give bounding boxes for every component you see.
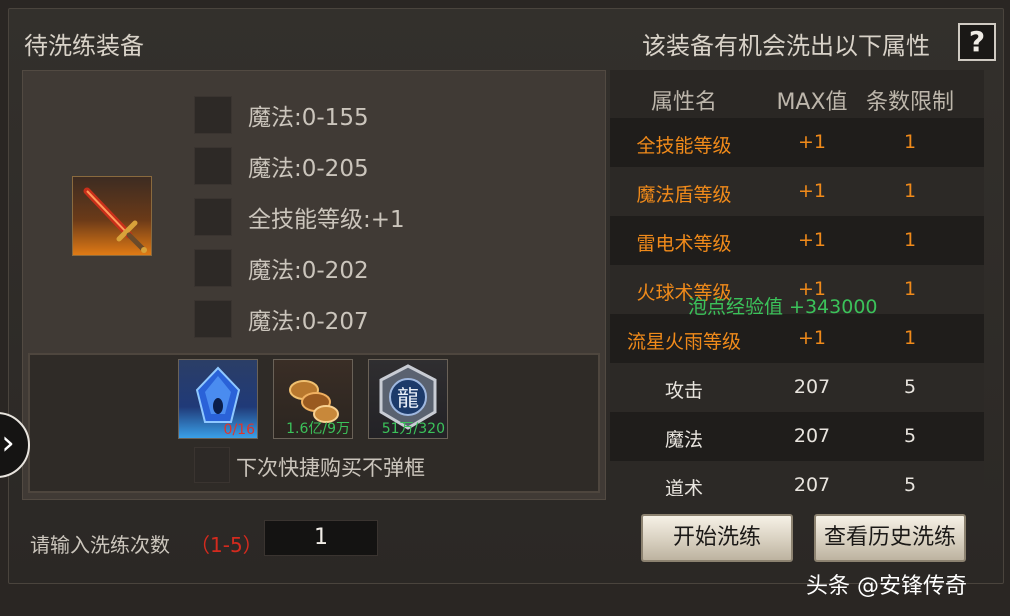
- lock-checkbox[interactable]: [194, 147, 232, 185]
- attribute-text: 魔法:0-207: [248, 309, 369, 335]
- lock-checkbox[interactable]: [194, 249, 232, 287]
- material-slot[interactable]: 0/16: [178, 359, 258, 439]
- material-slot[interactable]: 1.6亿/9万: [273, 359, 353, 439]
- pending-equipment-title: 待洗练装备: [24, 32, 144, 60]
- attribute-limit: 1: [903, 327, 917, 349]
- material-count: 1.6亿/9万: [286, 421, 350, 437]
- flame-sword-icon: [83, 187, 147, 253]
- attribute-limit: 5: [903, 376, 917, 398]
- table-row: 雷电术等级 +1 1: [610, 216, 984, 265]
- refine-count-range: （1-5）: [190, 533, 263, 557]
- possible-attributes-title: 该装备有机会洗出以下属性: [642, 32, 930, 60]
- table-row: 全技能等级 +1 1: [610, 118, 984, 167]
- start-refine-button[interactable]: 开始洗练: [641, 514, 793, 562]
- attribute-limit: 1: [903, 131, 917, 153]
- attribute-limit: 1: [903, 229, 917, 251]
- table-row: 魔法 207 5: [610, 412, 984, 461]
- attribute-name: 全技能等级: [636, 135, 732, 157]
- lock-checkbox[interactable]: [194, 198, 232, 236]
- attribute-name: 雷电术等级: [636, 233, 732, 255]
- table-row: 道术 207 5: [610, 461, 984, 496]
- column-header-name: 属性名: [650, 90, 717, 115]
- attribute-limit: 5: [903, 474, 917, 496]
- attribute-table: 属性名 MAX值 条数限制 全技能等级 +1 1 魔法盾等级 +1 1 雷电术等…: [610, 70, 984, 496]
- chevron-right-icon: ›: [1, 423, 15, 463]
- lock-checkbox[interactable]: [194, 300, 232, 338]
- attribute-name: 流星火雨等级: [626, 331, 741, 353]
- attribute-name: 魔法: [664, 429, 703, 451]
- attribute-name: 魔法盾等级: [636, 184, 732, 206]
- quick-buy-checkbox[interactable]: [194, 447, 230, 483]
- attribute-limit: 5: [903, 425, 917, 447]
- attribute-text: 魔法:0-155: [248, 105, 369, 131]
- table-row: 流星火雨等级 +1 1: [610, 314, 984, 363]
- attribute-limit: 1: [903, 180, 917, 202]
- exp-gain-text: 泡点经验值 +343000: [688, 296, 878, 318]
- column-header-limit: 条数限制: [865, 90, 954, 115]
- quick-buy-label: 下次快捷购买不弹框: [236, 456, 425, 480]
- material-slot[interactable]: 龍 51万/320: [368, 359, 448, 439]
- refine-history-button[interactable]: 查看历史洗练: [814, 514, 966, 562]
- table-row: 魔法盾等级 +1 1: [610, 167, 984, 216]
- refine-count-label: 请输入洗练次数: [30, 533, 170, 557]
- material-count: 0/16: [223, 422, 255, 438]
- attribute-text: 魔法:0-202: [248, 258, 369, 284]
- attribute-name: 道术: [664, 478, 703, 496]
- help-button[interactable]: ?: [958, 23, 996, 61]
- attribute-text: 魔法:0-205: [248, 156, 369, 182]
- equipment-slot[interactable]: [72, 176, 152, 256]
- attribute-text: 全技能等级:+1: [248, 207, 405, 233]
- svg-text:龍: 龍: [397, 387, 419, 412]
- attribute-name: 攻击: [664, 380, 703, 402]
- material-count: 51万/320: [381, 421, 445, 437]
- watermark-text: 头条 @安锋传奇: [806, 574, 967, 599]
- table-row: 攻击 207 5: [610, 363, 984, 412]
- lock-checkbox[interactable]: [194, 96, 232, 134]
- refine-count-input[interactable]: 1: [264, 520, 378, 556]
